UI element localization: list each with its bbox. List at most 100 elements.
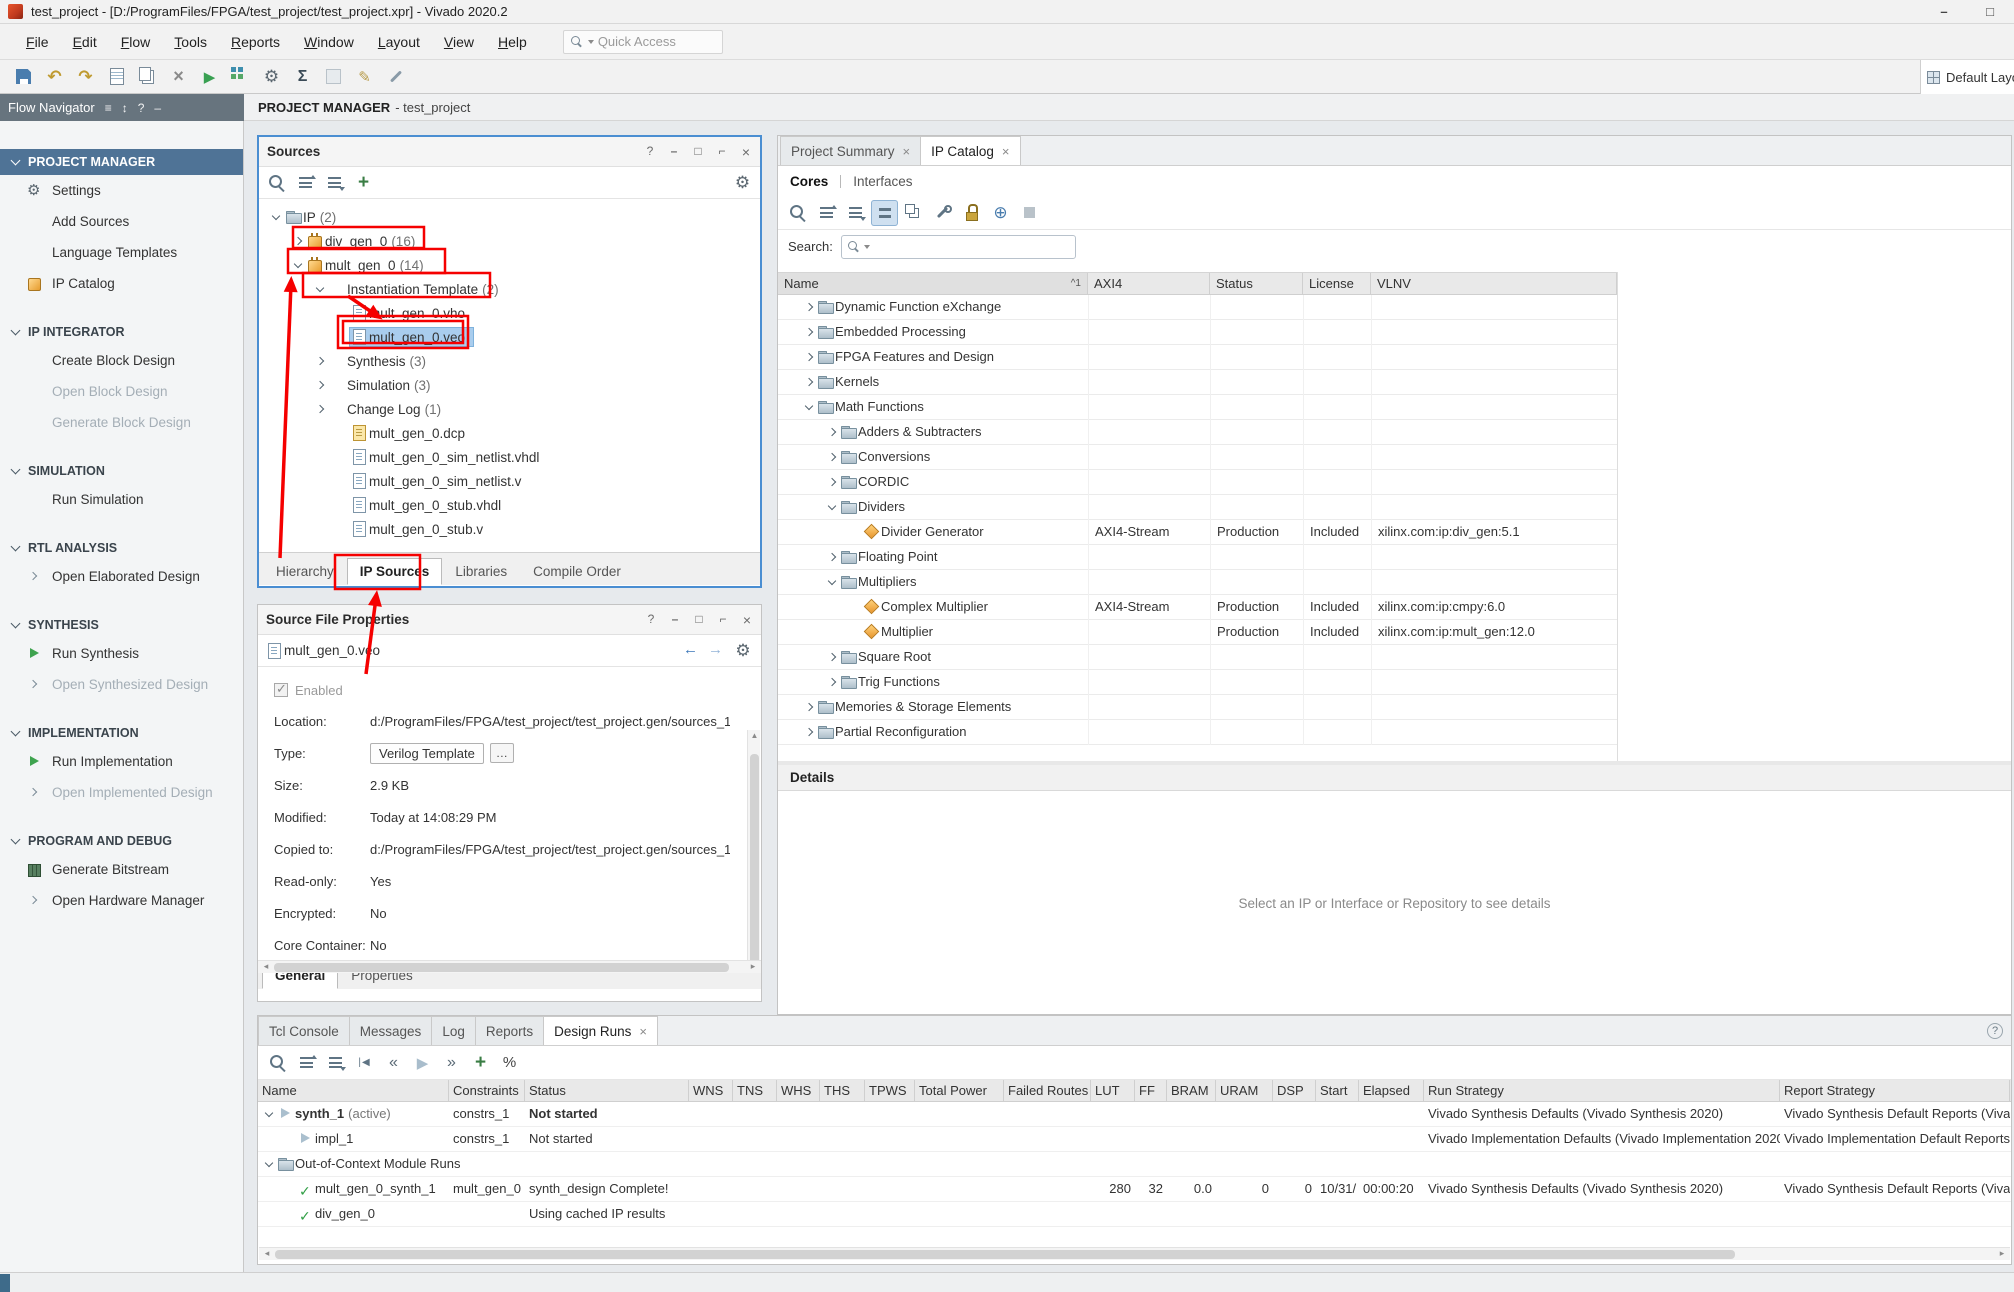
column-header[interactable]: Failed Routes	[1004, 1080, 1091, 1101]
expander-icon[interactable]	[848, 600, 863, 615]
tree-row[interactable]: Synthesis (3)	[259, 349, 760, 373]
flow-nav-row[interactable]: Add Sources	[0, 206, 243, 237]
column-header[interactable]: Total Power	[915, 1080, 1004, 1101]
minimize-icon[interactable]: –	[154, 101, 161, 115]
horizontal-scrollbar[interactable]: ◂ ▸	[259, 1247, 2010, 1260]
menu-item[interactable]: View	[432, 28, 486, 56]
group-icon[interactable]	[871, 200, 898, 226]
help-icon[interactable]	[645, 612, 657, 628]
flow-nav-row[interactable]: Generate Block Design	[0, 407, 243, 438]
ip-catalog-row[interactable]: CORDIC	[778, 470, 1617, 495]
expander-icon[interactable]	[802, 300, 817, 315]
ip-catalog-row[interactable]: Adders & Subtracters	[778, 420, 1617, 445]
flow-nav-row[interactable]: Open Elaborated Design	[0, 561, 243, 592]
vertical-scrollbar[interactable]: ▲ ▼	[747, 730, 760, 961]
tree-row[interactable]: mult_gen_0_stub.v	[259, 517, 760, 541]
add-icon[interactable]	[467, 1050, 494, 1076]
run-icon[interactable]	[196, 64, 223, 90]
column-header[interactable]: URAM	[1216, 1080, 1273, 1101]
sources-tab[interactable]: Compile Order	[520, 558, 634, 585]
collapse-all-icon[interactable]	[813, 200, 840, 226]
flow-nav-row[interactable]: SYNTHESIS	[0, 612, 243, 638]
menu-item[interactable]: Edit	[61, 28, 109, 56]
tree-row[interactable]: Change Log (1)	[259, 397, 760, 421]
flow-nav-row[interactable]: PROJECT MANAGER	[0, 149, 243, 175]
scroll-up-icon[interactable]: ▲	[748, 731, 761, 740]
ip-catalog-row[interactable]: Trig Functions	[778, 670, 1617, 695]
resize-icon[interactable]: ↕	[122, 101, 128, 115]
lock-icon[interactable]	[958, 200, 985, 226]
column-header[interactable]: Name	[258, 1080, 449, 1101]
ip-catalog-row[interactable]: Dynamic Function eXchange	[778, 295, 1617, 320]
search-icon[interactable]	[263, 170, 290, 196]
settings-icon[interactable]	[258, 64, 285, 90]
expander-icon[interactable]	[262, 1107, 277, 1122]
expander-icon[interactable]	[825, 500, 840, 515]
tree-row[interactable]: mult_gen_0_sim_netlist.vhdl	[259, 445, 760, 469]
expander-icon[interactable]	[802, 400, 817, 415]
flow-nav-row[interactable]: IP INTEGRATOR	[0, 319, 243, 345]
board-icon[interactable]	[320, 64, 347, 90]
scroll-left-icon[interactable]: ◂	[259, 961, 273, 972]
stop-icon[interactable]	[1016, 200, 1043, 226]
expander-icon[interactable]	[282, 1182, 297, 1197]
sfp-panel-header[interactable]: Source File Properties	[258, 605, 761, 635]
expander-icon[interactable]	[313, 378, 328, 393]
ip-catalog-row[interactable]: Multiplier Production Included xilinx.co…	[778, 620, 1617, 645]
report-icon[interactable]	[103, 64, 130, 90]
copy-icon[interactable]	[134, 64, 161, 90]
minimize-icon[interactable]	[668, 144, 680, 160]
design-run-row[interactable]: div_gen_0 Using cached IP results	[258, 1202, 2011, 1227]
dock-icon[interactable]: ≡	[105, 101, 112, 115]
step-icon[interactable]	[227, 64, 254, 90]
column-header[interactable]: Elapsed	[1359, 1080, 1424, 1101]
help-icon[interactable]	[644, 144, 656, 160]
menu-item[interactable]: Layout	[366, 28, 432, 56]
column-header[interactable]: Constraints	[449, 1080, 525, 1101]
expander-icon[interactable]	[802, 700, 817, 715]
expander-icon[interactable]	[335, 306, 350, 321]
expander-icon[interactable]	[802, 725, 817, 740]
tree-row[interactable]: IP (2)	[259, 205, 760, 229]
document-tab[interactable]: IP Catalog ×	[920, 136, 1020, 165]
menu-item[interactable]: Help	[486, 28, 539, 56]
settings-icon[interactable]	[729, 170, 756, 196]
expander-icon[interactable]	[291, 258, 306, 273]
design-run-row[interactable]: Out-of-Context Module Runs	[258, 1152, 2011, 1177]
ip-catalog-row[interactable]: Multipliers	[778, 570, 1617, 595]
maximize-icon[interactable]	[1976, 4, 2004, 19]
flow-nav-row[interactable]: IMPLEMENTATION	[0, 720, 243, 746]
expander-icon[interactable]	[802, 375, 817, 390]
horizontal-scrollbar[interactable]: ◂ ▸	[258, 960, 761, 973]
expander-icon[interactable]	[335, 474, 350, 489]
expander-icon[interactable]	[825, 550, 840, 565]
expander-icon[interactable]	[848, 525, 863, 540]
column-header[interactable]: BRAM	[1167, 1080, 1216, 1101]
sources-tab[interactable]: Libraries	[442, 558, 520, 585]
ip-search-field[interactable]	[841, 235, 1076, 259]
expander-icon[interactable]	[825, 450, 840, 465]
flow-nav-row[interactable]: Settings	[0, 175, 243, 206]
redo-icon[interactable]	[72, 64, 99, 90]
ip-catalog-row[interactable]: Square Root	[778, 645, 1617, 670]
flow-nav-row[interactable]: Generate Bitstream	[0, 854, 243, 885]
design-run-row[interactable]: mult_gen_0_synth_1 mult_gen_0 synth_desi…	[258, 1177, 2011, 1202]
close-icon[interactable]: ×	[1002, 144, 1010, 159]
column-header-license[interactable]: License	[1303, 273, 1371, 294]
expander-icon[interactable]	[802, 325, 817, 340]
column-header[interactable]: WHS	[777, 1080, 820, 1101]
close-icon[interactable]: ×	[639, 1024, 647, 1039]
expander-icon[interactable]	[291, 234, 306, 249]
column-header[interactable]: FF	[1135, 1080, 1167, 1101]
menu-item[interactable]: Reports	[219, 28, 292, 56]
tree-row[interactable]: mult_gen_0.veo	[259, 325, 760, 349]
ip-catalog-row[interactable]: Conversions	[778, 445, 1617, 470]
tree-row[interactable]: Simulation (3)	[259, 373, 760, 397]
sources-tab[interactable]: Hierarchy	[263, 558, 347, 585]
expander-icon[interactable]	[313, 354, 328, 369]
scroll-left-icon[interactable]: ◂	[260, 1248, 274, 1259]
forward-arrow-icon[interactable]: →	[708, 641, 723, 661]
design-run-row[interactable]: impl_1 constrs_1 Not started V	[258, 1127, 2011, 1152]
expander-icon[interactable]	[802, 350, 817, 365]
ip-catalog-row[interactable]: Dividers	[778, 495, 1617, 520]
